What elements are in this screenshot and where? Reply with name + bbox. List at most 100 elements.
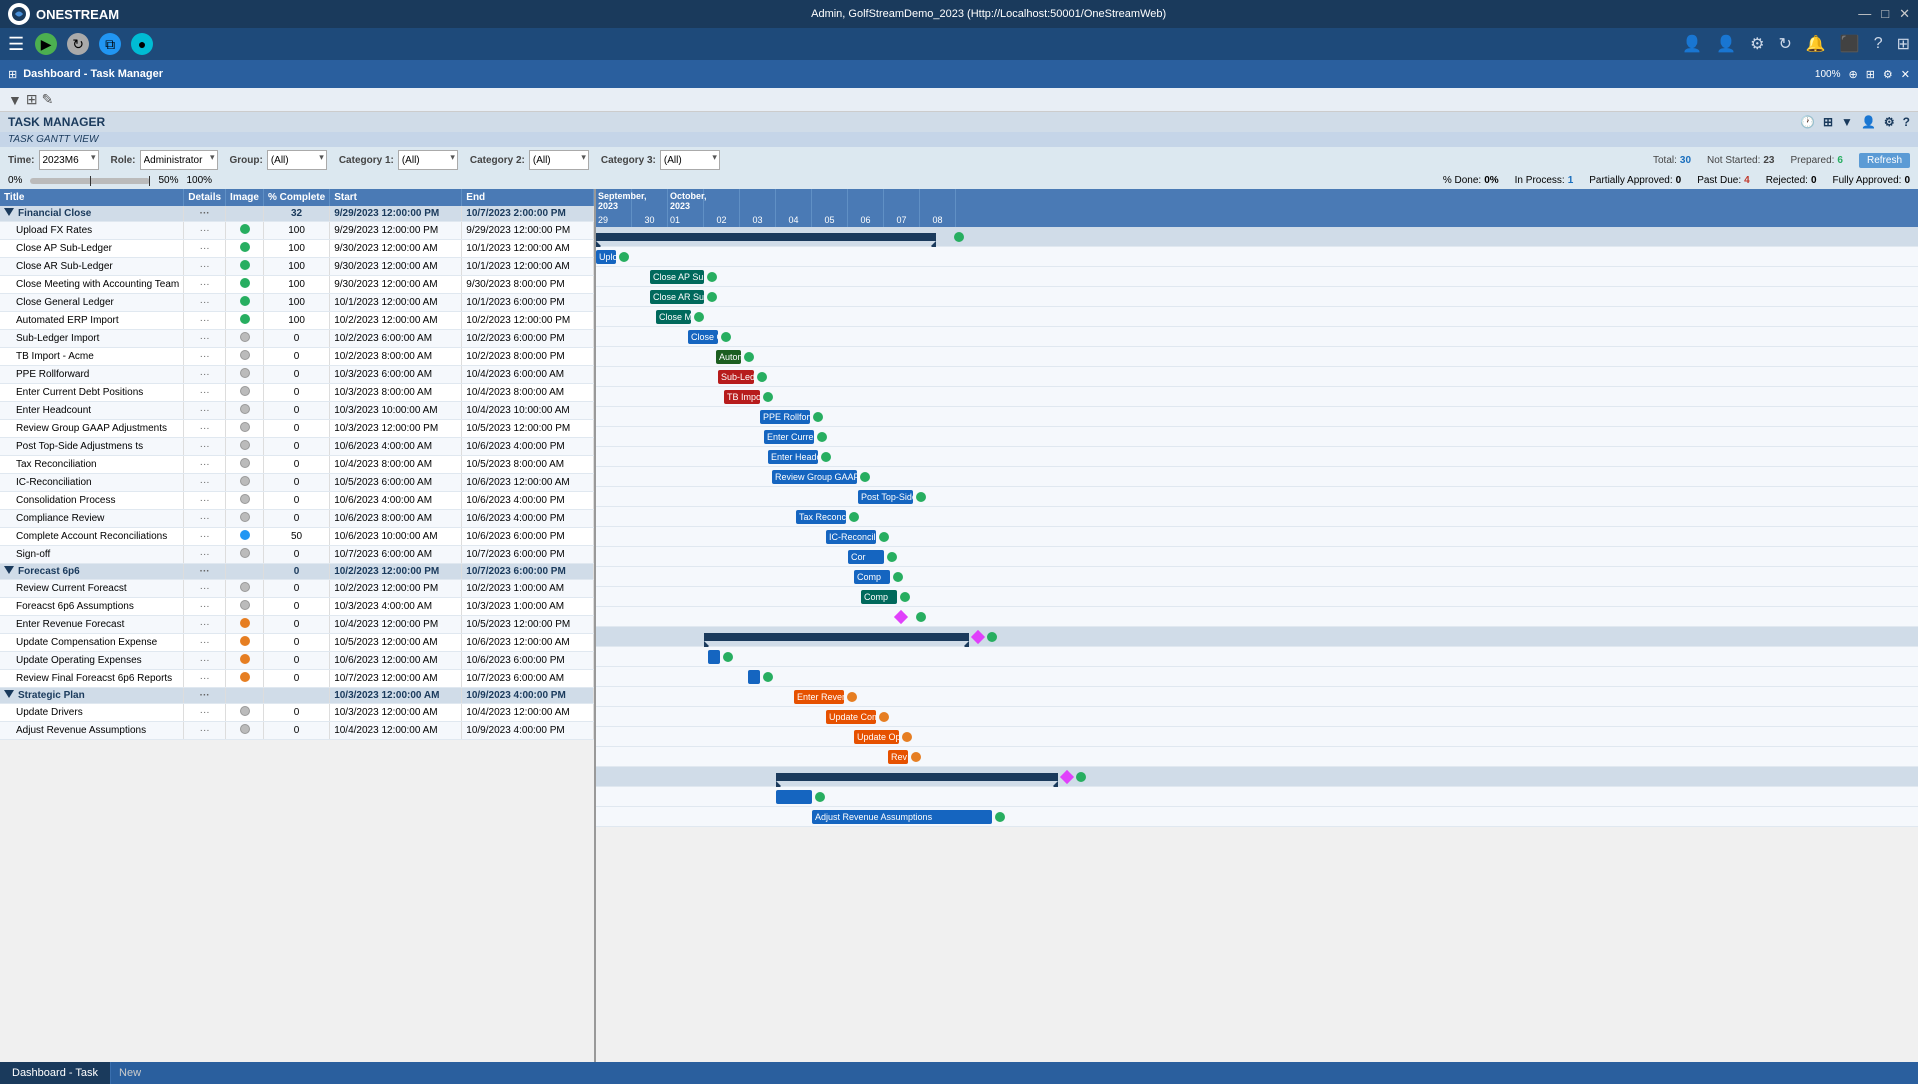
gantt-end-dot[interactable]: [707, 292, 717, 302]
gantt-task-bar[interactable]: Enter Headcount: [768, 450, 818, 464]
task-details[interactable]: ···: [184, 402, 226, 420]
group-select[interactable]: (All): [267, 150, 327, 170]
task-details[interactable]: ···: [184, 276, 226, 294]
gantt-summary-bar[interactable]: [596, 233, 936, 241]
edit-icon[interactable]: ✎: [42, 91, 54, 108]
gantt-task-bar[interactable]: Sub-Led: [718, 370, 754, 384]
task-details[interactable]: ···: [184, 384, 226, 402]
settings-icon[interactable]: ⚙: [1750, 34, 1764, 54]
gantt-task-bar[interactable]: Update Operating: [854, 730, 899, 744]
gantt-end-dot[interactable]: [815, 792, 825, 802]
details-dots-icon[interactable]: ···: [200, 423, 210, 434]
task-details[interactable]: ···: [184, 366, 226, 384]
gantt-task-bar[interactable]: Comp: [861, 590, 897, 604]
details-dots-icon[interactable]: ···: [200, 549, 210, 560]
grid-icon[interactable]: ⊞: [1897, 34, 1910, 54]
gantt-dot[interactable]: [1076, 772, 1086, 782]
gantt-end-dot[interactable]: [813, 412, 823, 422]
task-details[interactable]: ···: [184, 348, 226, 366]
details-dots-icon[interactable]: ···: [200, 297, 210, 308]
task-details[interactable]: ···: [184, 438, 226, 456]
task-details[interactable]: ···: [184, 294, 226, 312]
details-dots-icon[interactable]: ···: [200, 601, 210, 612]
window-controls[interactable]: — □ ✕: [1858, 6, 1910, 22]
gantt-summary-bar[interactable]: [776, 773, 1058, 781]
tm-user-icon[interactable]: 👤: [1861, 115, 1876, 129]
details-dots-icon[interactable]: ···: [200, 566, 210, 577]
details-dots-icon[interactable]: ···: [200, 619, 210, 630]
gantt-dot[interactable]: [954, 232, 964, 242]
task-details[interactable]: ···: [184, 474, 226, 492]
refresh-button[interactable]: Refresh: [1859, 153, 1910, 168]
details-dots-icon[interactable]: ···: [200, 208, 210, 219]
admin-icon[interactable]: 👤: [1716, 34, 1736, 54]
help-icon[interactable]: ?: [1874, 35, 1883, 53]
details-dots-icon[interactable]: ···: [200, 405, 210, 416]
gantt-end-dot[interactable]: [849, 512, 859, 522]
details-dots-icon[interactable]: ···: [200, 583, 210, 594]
expand-icon[interactable]: [4, 690, 14, 698]
gantt-end-dot[interactable]: [911, 752, 921, 762]
task-details[interactable]: ···: [184, 222, 226, 240]
details-dots-icon[interactable]: ···: [200, 531, 210, 542]
gantt-task-bar[interactable]: Review Group GAAP Adjust: [772, 470, 857, 484]
task-title[interactable]: Forecast 6p6: [0, 564, 184, 580]
gantt-dot[interactable]: [916, 612, 926, 622]
gantt-end-dot[interactable]: [763, 672, 773, 682]
gantt-summary-bar[interactable]: [704, 633, 969, 641]
reload-icon[interactable]: ↻: [1778, 34, 1791, 54]
tm-help-icon[interactable]: ?: [1903, 115, 1910, 129]
gantt-end-dot[interactable]: [893, 572, 903, 582]
gantt-task-bar[interactable]: PPE Rollforward: [760, 410, 810, 424]
gantt-end-dot[interactable]: [879, 712, 889, 722]
gantt-end-dot[interactable]: [744, 352, 754, 362]
task-details[interactable]: ···: [184, 616, 226, 634]
gantt-task-bar[interactable]: Comp: [854, 570, 890, 584]
gantt-task-bar[interactable]: Tax Reconciliation: [796, 510, 846, 524]
tab-new[interactable]: New: [111, 1062, 149, 1084]
cat1-select[interactable]: (All): [398, 150, 458, 170]
gantt-task-bar[interactable]: Upload F: [596, 250, 616, 264]
gantt-end-dot[interactable]: [707, 272, 717, 282]
cat3-select[interactable]: (All): [660, 150, 720, 170]
details-dots-icon[interactable]: ···: [200, 477, 210, 488]
task-details[interactable]: ···: [184, 704, 226, 722]
gantt-end-dot[interactable]: [821, 452, 831, 462]
details-dots-icon[interactable]: ···: [200, 495, 210, 506]
cat2-select[interactable]: (All): [529, 150, 589, 170]
gantt-task-bar[interactable]: Automat: [716, 350, 741, 364]
grid-view-icon[interactable]: ⊞: [26, 91, 38, 108]
task-title[interactable]: Financial Close: [0, 206, 184, 222]
time-select[interactable]: 2023M6: [39, 150, 99, 170]
details-dots-icon[interactable]: ···: [200, 673, 210, 684]
task-details[interactable]: ···: [184, 652, 226, 670]
task-details[interactable]: ···: [184, 634, 226, 652]
gantt-end-dot[interactable]: [723, 652, 733, 662]
task-details[interactable]: ···: [184, 206, 226, 222]
user-icon[interactable]: 👤: [1682, 34, 1702, 54]
toolbar-btn-2[interactable]: ↻: [64, 30, 92, 58]
task-details[interactable]: ···: [184, 240, 226, 258]
gantt-task-bar[interactable]: [776, 790, 812, 804]
details-dots-icon[interactable]: ···: [200, 243, 210, 254]
gantt-task-bar[interactable]: IC-Reconciliat: [826, 530, 876, 544]
tab-dashboard-task[interactable]: Dashboard - Task: [0, 1062, 111, 1084]
gantt-end-dot[interactable]: [817, 432, 827, 442]
expand-icon[interactable]: [4, 566, 14, 574]
layout-icon[interactable]: ⊞: [1866, 68, 1875, 81]
gantt-task-bar[interactable]: Adjust Revenue Assumptions: [812, 810, 992, 824]
gantt-task-bar[interactable]: Cor: [848, 550, 884, 564]
gantt-end-dot[interactable]: [887, 552, 897, 562]
gantt-task-bar[interactable]: Rev: [888, 750, 908, 764]
details-dots-icon[interactable]: ···: [200, 333, 210, 344]
gantt-milestone[interactable]: [894, 610, 908, 624]
task-details[interactable]: ···: [184, 510, 226, 528]
details-dots-icon[interactable]: ···: [200, 387, 210, 398]
task-details[interactable]: ···: [184, 580, 226, 598]
screen-icon[interactable]: ⬛: [1840, 34, 1860, 54]
task-details[interactable]: ···: [184, 312, 226, 330]
details-dots-icon[interactable]: ···: [200, 655, 210, 666]
expand-icon[interactable]: [4, 208, 14, 216]
toolbar-btn-1[interactable]: ▶: [32, 30, 60, 58]
tm-settings-icon[interactable]: ⚙: [1884, 115, 1895, 129]
